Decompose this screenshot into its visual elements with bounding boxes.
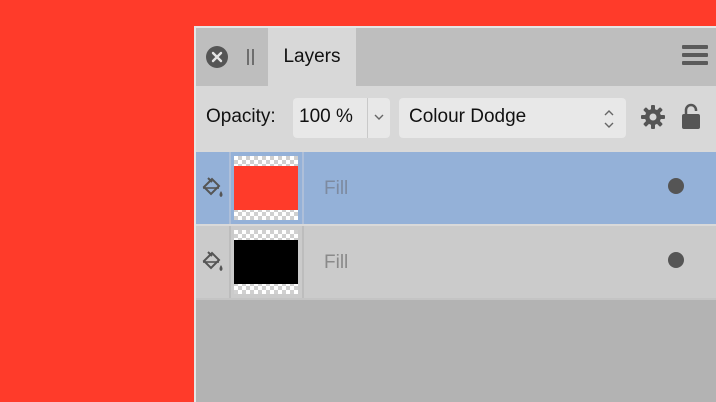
- tab-layers[interactable]: Layers: [268, 28, 356, 86]
- panel-titlebar: Layers: [196, 28, 716, 86]
- column-divider: [229, 152, 231, 224]
- row-divider: [196, 298, 716, 300]
- layer-thumbnail[interactable]: [234, 230, 298, 294]
- thumbnail-swatch: [234, 240, 298, 284]
- column-divider: [302, 226, 304, 298]
- blend-mode-value: Colour Dodge: [409, 106, 527, 127]
- grip-icon[interactable]: [246, 49, 256, 65]
- visibility-dot-icon[interactable]: [668, 178, 684, 194]
- opacity-label: Opacity:: [206, 106, 276, 127]
- chevron-down-icon[interactable]: [373, 112, 385, 122]
- lock-icon[interactable]: [681, 102, 701, 130]
- layers-panel: Layers Opacity: 100 % Colour Dodge Fill …: [194, 26, 716, 402]
- layer-toolbar: Opacity: 100 % Colour Dodge: [196, 86, 716, 150]
- visibility-dot-icon[interactable]: [668, 252, 684, 268]
- hamburger-menu-icon[interactable]: [682, 45, 708, 67]
- opacity-value[interactable]: 100 %: [299, 106, 353, 128]
- layer-row[interactable]: Fill: [196, 226, 716, 298]
- layer-name[interactable]: Fill: [324, 178, 348, 200]
- thumbnail-swatch: [234, 166, 298, 210]
- close-icon[interactable]: [206, 46, 228, 68]
- column-divider: [229, 226, 231, 298]
- gear-icon[interactable]: [640, 104, 666, 130]
- blend-mode-select[interactable]: Colour Dodge: [399, 98, 626, 138]
- layer-row[interactable]: Fill: [196, 152, 716, 224]
- paint-bucket-fill-icon: [202, 177, 223, 197]
- column-divider: [302, 152, 304, 224]
- tab-label: Layers: [283, 46, 341, 67]
- opacity-field[interactable]: 100 %: [293, 98, 390, 138]
- layer-name[interactable]: Fill: [324, 252, 348, 274]
- layer-thumbnail[interactable]: [234, 156, 298, 220]
- updown-chevron-icon: [604, 110, 614, 128]
- opacity-divider: [367, 98, 368, 138]
- paint-bucket-fill-icon: [202, 251, 223, 271]
